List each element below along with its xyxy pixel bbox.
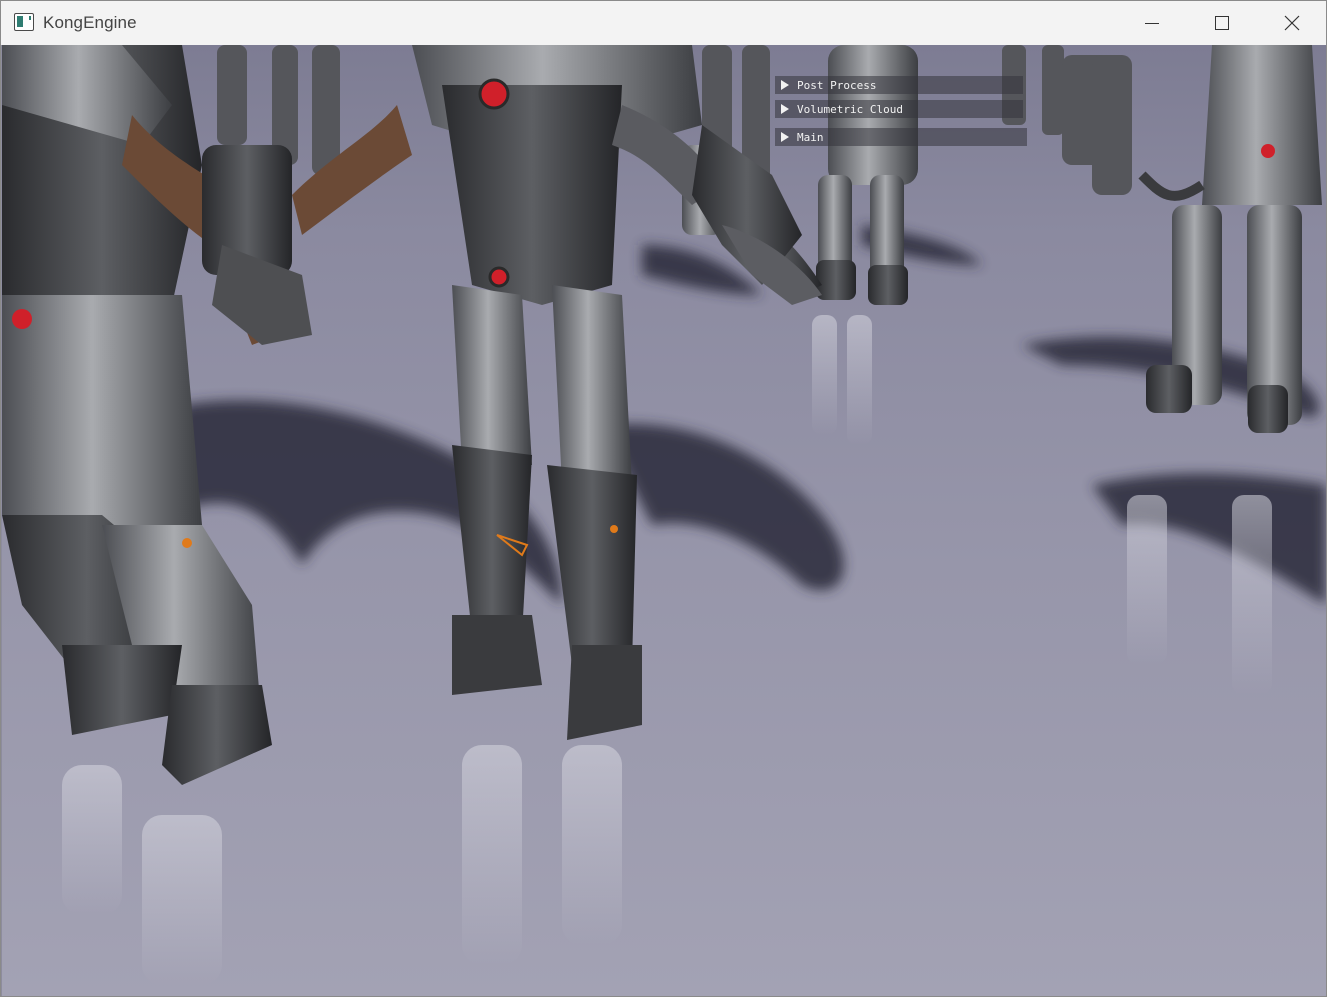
maximize-icon bbox=[1215, 16, 1229, 30]
minimize-icon bbox=[1145, 22, 1159, 24]
app-window: KongEngine Post Process Volumetric Cloud… bbox=[0, 0, 1327, 997]
panel-main[interactable]: Main bbox=[775, 128, 1027, 146]
minimize-button[interactable] bbox=[1117, 1, 1187, 45]
window-title: KongEngine bbox=[43, 13, 137, 32]
close-button[interactable] bbox=[1257, 1, 1326, 45]
title-bar[interactable]: KongEngine bbox=[1, 1, 1326, 45]
panel-label: Main bbox=[797, 130, 824, 144]
close-icon bbox=[1284, 15, 1300, 31]
render-viewport[interactable]: Post Process Volumetric Cloud Main bbox=[2, 45, 1326, 996]
maximize-button[interactable] bbox=[1187, 1, 1257, 45]
panel-label: Post Process bbox=[797, 78, 877, 92]
panel-volumetric-cloud[interactable]: Volumetric Cloud bbox=[775, 100, 1023, 118]
triangle-right-icon bbox=[781, 80, 789, 90]
app-icon bbox=[14, 13, 34, 31]
3d-scene bbox=[2, 45, 1326, 985]
triangle-right-icon bbox=[781, 132, 789, 142]
panel-post-process[interactable]: Post Process bbox=[775, 76, 1023, 94]
triangle-right-icon bbox=[781, 104, 789, 114]
panel-label: Volumetric Cloud bbox=[797, 102, 903, 116]
